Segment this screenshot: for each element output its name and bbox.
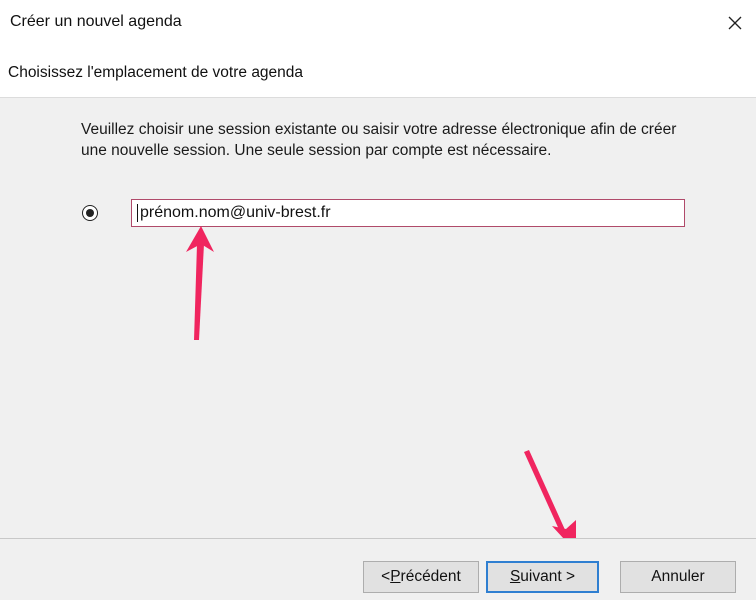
next-button-label: Suivant > (510, 568, 575, 586)
previous-button-label: < Précédent (381, 568, 461, 586)
cancel-button[interactable]: Annuler (620, 561, 736, 593)
close-button[interactable] (722, 10, 748, 36)
previous-prefix: < (381, 568, 391, 585)
dialog: Créer un nouvel agenda Choisissez l'empl… (0, 0, 756, 600)
next-rest: uivant > (520, 568, 576, 585)
text-caret (137, 204, 138, 222)
wizard-content: Veuillez choisir une session existante o… (0, 98, 756, 538)
wizard-footer: < Précédent Suivant > Annuler (0, 539, 756, 600)
title-bar: Créer un nouvel agenda (0, 0, 756, 46)
close-icon (728, 16, 742, 30)
previous-button[interactable]: < Précédent (363, 561, 479, 593)
email-field[interactable]: prénom.nom@univ-brest.fr (131, 199, 685, 227)
next-mnemonic: S (509, 568, 521, 585)
email-value: prénom.nom@univ-brest.fr (140, 204, 331, 221)
wizard-header: Choisissez l'emplacement de votre agenda (0, 46, 756, 98)
previous-rest: récédent (400, 568, 461, 585)
radio-selected-dot (86, 209, 94, 217)
window-title: Créer un nouvel agenda (10, 13, 182, 30)
page-subtitle: Choisissez l'emplacement de votre agenda (8, 64, 304, 81)
previous-mnemonic: P (390, 568, 401, 585)
description-text: Veuillez choisir une session existante o… (81, 121, 677, 159)
next-button[interactable]: Suivant > (486, 561, 599, 593)
existing-session-radio[interactable] (82, 205, 98, 221)
